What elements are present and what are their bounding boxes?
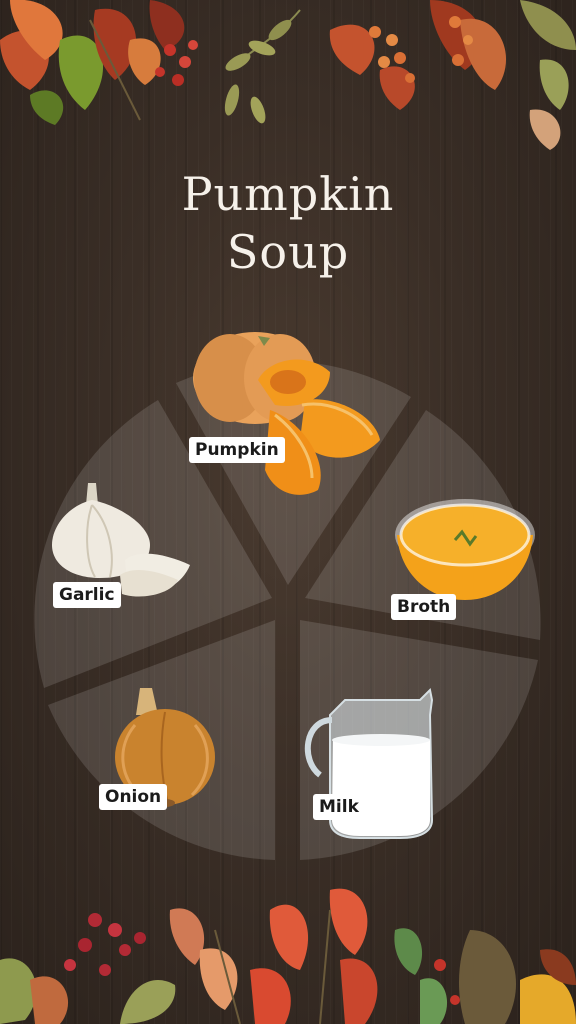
label-broth: Broth — [391, 594, 457, 620]
label-onion: Onion — [99, 784, 168, 810]
label-pumpkin: Pumpkin — [189, 437, 285, 463]
recipe-infographic: Pumpkin Soup Pumpkin Broth Milk Onion Ga… — [0, 0, 576, 1024]
label-milk: Milk — [313, 794, 365, 820]
autumn-leaves-bottom — [0, 888, 576, 1024]
label-garlic: Garlic — [53, 582, 121, 608]
